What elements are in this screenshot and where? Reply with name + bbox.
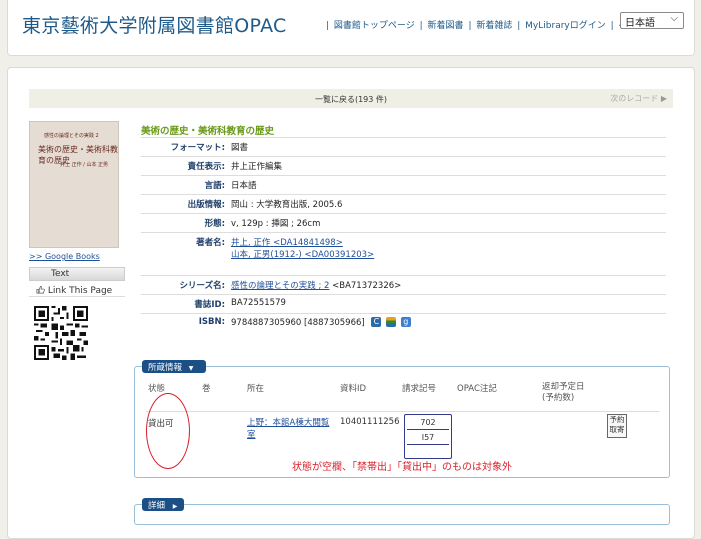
col-header-volume: 巻 [202,384,211,394]
location-line2: 室 [247,430,256,440]
header-divider [146,411,659,412]
series-id: <BA71372326> [332,281,402,291]
field-value: 井上正作編集 [228,156,666,176]
material-id-value: 10401111256 [340,417,400,427]
author-id: <DA14841498> [273,238,343,248]
bibliographic-details: フォーマット: 図書 責任表示: 井上正作編集 言語: 日本語 出版情報: 岡山… [141,137,666,331]
field-value: v, 129p : 挿図 ; 26cm [228,213,666,233]
field-row: フォーマット: 図書 [141,137,666,157]
book-cover-image: 感性の論理とその実践 2 美術の歴史・美術科教育の歴史 井上 正作 / 山本 正… [29,121,119,248]
field-value: 日本語 [228,175,666,195]
series-value: 感性の論理とその実践 ; 2 <BA71372326> [228,275,666,295]
field-row: 書誌ID: BA72551579 [141,294,666,314]
col-header-opac-note: OPAC注記 [457,384,497,394]
nav-new-journals[interactable]: 新着雑誌 [476,21,512,31]
header: 東京藝術大学附属図書館OPAC | 図書館トップページ | 新着図書 | 新着雑… [7,0,695,56]
next-record-link[interactable]: 次のレコード ▶ [610,93,667,104]
field-label: 形態: [141,213,228,233]
author-link-yamamoto[interactable]: 山本, 正男(1912-) <DA00391203> [231,250,374,260]
field-label: ISBN: [141,312,228,331]
field-label: 責任表示: [141,156,228,176]
record-panel: 一覧に戻る(193 件) 次のレコード ▶ 感性の論理とその実践 2 美術の歴史… [7,67,695,539]
link-this-page[interactable]: Link This Page [29,283,125,297]
qr-code [34,306,88,360]
location-line1: 上野：本館A棟大閲覧 [247,418,330,428]
field-label: フォーマット: [141,137,228,157]
col-header-call-number: 請求記号 [402,384,437,394]
nav-library-top[interactable]: 図書館トップページ [334,21,415,31]
call-number-line: I57 [407,431,449,445]
text-button[interactable]: Text [29,267,125,281]
isbn-text: 9784887305960 [4887305966] [231,317,365,328]
external-link-icons: C g [371,317,412,328]
holdings-tab-label: 所蔵情報 [148,363,183,373]
field-label: 言語: [141,175,228,195]
col-header-material-id: 資料ID [340,384,367,394]
details-tab[interactable]: 詳細 ▶ [142,498,184,511]
annotation-note: 状態が空欄、「禁帯出」「貸出中」のものは対象外 [292,462,512,473]
site-title[interactable]: 東京藝術大学附属図書館OPAC [22,11,287,38]
link-this-page-label: Link This Page [47,286,113,296]
triangle-right-icon: ▶ [660,94,667,103]
cover-authors: 井上 正作 / 山本 正男 [60,162,109,168]
cover-series: 感性の論理とその実践 2 [44,133,99,139]
record-navigation: 一覧に戻る(193 件) 次のレコード ▶ [29,89,673,108]
field-label: シリーズ名: [141,275,228,295]
chevron-down-icon: ⌵ [670,13,678,24]
holdings-tab[interactable]: 所蔵情報 ▼ [142,360,206,373]
field-label: 書誌ID: [141,294,228,314]
google-icon[interactable]: g [400,317,411,327]
call-number-line: 702 [407,416,449,430]
library-stack-icon[interactable] [386,317,397,327]
google-books-link[interactable]: >> Google Books [29,252,100,261]
field-row-isbn: ISBN: 9784887305960 [4887305966] C g [141,312,666,331]
back-to-list-link[interactable]: 一覧に戻る(193 件) [29,94,673,105]
details-section: 詳細 ▶ [134,498,670,525]
language-value: 日本語 [625,18,655,29]
caret-right-icon: ▶ [172,503,178,510]
book-title: 美術の歴史・美術科教育の歴史 [141,126,275,137]
call-number-label: 702 I57 [404,414,452,459]
due-date-line1: 返却予定日 [542,382,585,392]
thumbs-up-icon [36,285,45,294]
field-row-series: シリーズ名: 感性の論理とその実践 ; 2 <BA71372326> [141,275,666,295]
field-value: 岡山 : 大学教育出版, 2005.6 [228,194,666,214]
author-name: 山本, 正男(1912-) [231,250,302,260]
reserve-line1: 予約 [609,415,625,424]
col-header-status: 状態 [148,384,166,394]
reserve-line2: 取寄 [609,425,625,434]
field-row: 出版情報: 岡山 : 大学教育出版, 2005.6 [141,194,666,214]
field-row: 言語: 日本語 [141,175,666,195]
field-label: 出版情報: [141,194,228,214]
field-row: 形態: v, 129p : 挿図 ; 26cm [141,213,666,233]
holdings-section: 所蔵情報 ▼ 状態 巻 所在 資料ID 請求記号 OPAC注記 返却予定日 (予… [134,360,670,478]
field-row-authors: 著者名: 井上, 正作 <DA14841498> 山本, 正男(1912-) <… [141,232,666,276]
reserve-request-button[interactable]: 予約 取寄 [607,414,627,438]
language-select[interactable]: 日本語 ⌵ [620,12,684,29]
author-link-inoue[interactable]: 井上, 正作 <DA14841498> [231,238,343,248]
field-row: 責任表示: 井上正作編集 [141,156,666,176]
isbn-value: 9784887305960 [4887305966] C g [228,312,666,331]
authors-value: 井上, 正作 <DA14841498> 山本, 正男(1912-) <DA003… [228,232,666,276]
series-link[interactable]: 感性の論理とその実践 ; 2 [231,281,329,291]
field-value: 図書 [228,137,666,157]
field-label: 著者名: [141,232,228,276]
location-link[interactable]: 上野：本館A棟大閲覧 室 [247,417,329,441]
top-nav: | 図書館トップページ | 新着図書 | 新着雑誌 | MyLibraryログイ… [324,18,646,31]
field-value: BA72551579 [228,294,666,314]
details-tab-label: 詳細 [148,501,166,511]
next-record-label: 次のレコード [610,94,659,103]
caret-down-icon: ▼ [188,365,194,372]
col-header-location: 所在 [247,384,265,394]
nav-mylibrary-login[interactable]: MyLibraryログイン [525,21,606,31]
author-id: <DA00391203> [304,250,375,260]
cinii-icon[interactable]: C [371,317,382,327]
nav-new-books[interactable]: 新着図書 [428,21,464,31]
due-date-line2: (予約数) [542,393,575,403]
author-name: 井上, 正作 [231,238,271,248]
col-header-due-date: 返却予定日 (予約数) [542,382,585,404]
